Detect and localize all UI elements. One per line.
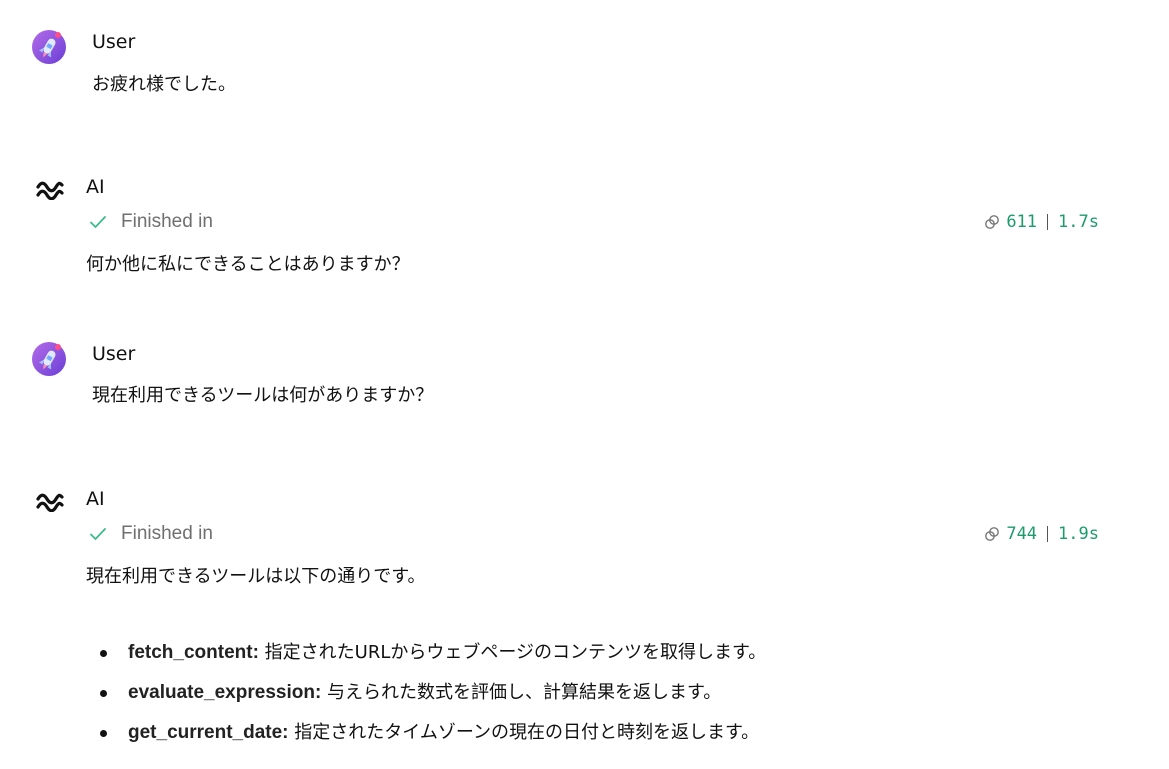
- tool-description: 指定されたURLからウェブページのコンテンツを取得します。: [264, 642, 767, 663]
- langchain-logo-icon: [36, 178, 64, 201]
- token-count: 611: [1006, 212, 1038, 232]
- user-avatar-icon: [32, 342, 66, 376]
- check-icon: [90, 216, 106, 228]
- message-author: User: [92, 343, 136, 365]
- message-author: User: [92, 31, 136, 53]
- run-metrics[interactable]: 744 1.9s: [983, 522, 1099, 546]
- latency: 1.7s: [1058, 212, 1099, 232]
- langchain-logo-icon: [36, 490, 64, 513]
- latency: 1.9s: [1058, 524, 1099, 544]
- message-text: 現在利用できるツールは何がありますか？: [92, 385, 434, 406]
- tool-name: get_current_date:: [128, 722, 289, 743]
- run-status: Finished in: [88, 210, 213, 234]
- tool-description: 指定されたタイムゾーンの現在の日付と時刻を返します。: [294, 722, 760, 743]
- message-text: 何か他に私にできることはありますか？: [86, 254, 410, 275]
- metric-divider: [1047, 214, 1049, 230]
- metric-divider: [1047, 526, 1049, 542]
- tool-name: fetch_content:: [128, 642, 259, 663]
- message-author: AI: [86, 488, 105, 510]
- bullet: [100, 690, 107, 697]
- run-metrics[interactable]: 611 1.7s: [983, 210, 1099, 234]
- token-chain-icon: [985, 215, 1000, 229]
- bullet: [100, 650, 107, 657]
- tool-name: evaluate_expression:: [128, 682, 322, 703]
- list-item: get_current_date: 指定されたタイムゾーンの現在の日付と時刻を返…: [100, 713, 766, 753]
- chat-transcript: User お疲れ様でした。 AI Finished in 611 1.7s 何か…: [0, 0, 1169, 769]
- token-chain-icon: [985, 527, 1000, 541]
- run-status: Finished in: [88, 522, 213, 546]
- tool-description: 与えられた数式を評価し、計算結果を返します。: [327, 682, 722, 703]
- status-label: Finished in: [121, 211, 213, 232]
- bullet: [100, 730, 107, 737]
- list-item: fetch_content: 指定されたURLからウェブページのコンテンツを取得…: [100, 633, 766, 673]
- list-item: evaluate_expression: 与えられた数式を評価し、計算結果を返し…: [100, 673, 766, 713]
- token-count: 744: [1006, 524, 1038, 544]
- status-label: Finished in: [121, 523, 213, 544]
- message-text: 現在利用できるツールは以下の通りです。: [86, 566, 426, 587]
- user-avatar-icon: [32, 30, 66, 64]
- message-text: お疲れ様でした。: [92, 74, 236, 95]
- message-author: AI: [86, 176, 105, 198]
- check-icon: [90, 528, 106, 540]
- tool-list: fetch_content: 指定されたURLからウェブページのコンテンツを取得…: [100, 633, 766, 753]
